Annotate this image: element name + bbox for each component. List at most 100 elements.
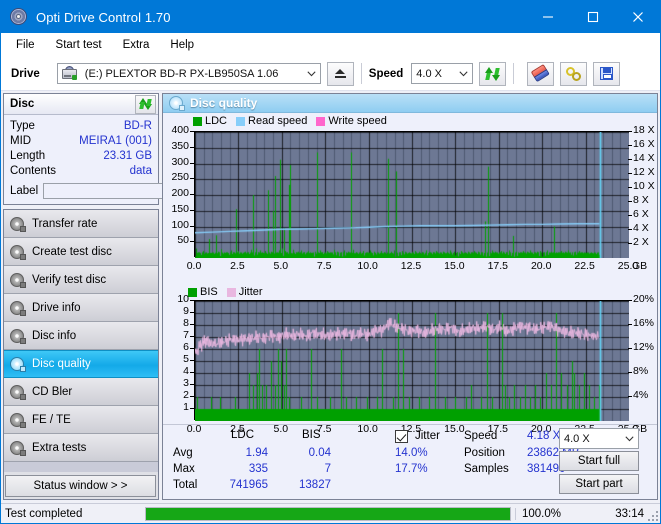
y-axis-tick-label: 7 [183, 329, 189, 341]
sidebar-item-disc-quality[interactable]: Disc quality [4, 350, 158, 378]
test-speed-select[interactable]: 4.0 X [559, 428, 639, 449]
progress-bar [145, 506, 511, 521]
disc-transfer-icon [10, 216, 26, 232]
status-window-button[interactable]: Status window > > [5, 475, 156, 497]
legend-label: Write speed [328, 115, 387, 127]
y-axis-tick [190, 408, 194, 409]
window-title: Opti Drive Control 1.70 [36, 9, 171, 25]
drive-label: Drive [11, 67, 40, 80]
start-part-button[interactable]: Start part [559, 474, 639, 494]
legend-label: BIS [200, 286, 218, 298]
sidebar-item-verify-test-disc[interactable]: Verify test disc [4, 266, 158, 294]
sidebar-item-label: Disc info [32, 329, 77, 342]
y2-axis-tick-label: 6 X [633, 208, 649, 220]
sidebar-item-cd-bler[interactable]: CD Bler [4, 378, 158, 406]
y2-axis-tick-label: 10 X [633, 180, 655, 192]
sidebar-item-fe-te[interactable]: FE / TE [4, 406, 158, 434]
sidebar-item-create-test-disc[interactable]: Create test disc [4, 238, 158, 266]
y2-axis-tick-label: 2 X [633, 236, 649, 248]
maximize-button[interactable] [570, 1, 615, 33]
y-axis-tick-label: 250 [171, 171, 189, 184]
close-button[interactable] [615, 1, 660, 33]
legend-swatch [316, 116, 326, 126]
menu-bar: File Start test Extra Help [1, 33, 660, 57]
y2-axis-tick-label: 20% [633, 293, 655, 305]
y-axis-tick-label: 350 [171, 139, 189, 152]
disc-row-key: Contents [10, 164, 57, 177]
sidebar-item-label: CD Bler [32, 385, 73, 398]
disc-label-row: Label [10, 181, 251, 200]
drive-select-value: (E:) PLEXTOR BD-R PX-LB950SA 1.06 [84, 67, 279, 80]
stats-col-ldc: LDC [231, 429, 255, 441]
eraser-icon [530, 64, 551, 83]
y-axis-tick [190, 178, 194, 180]
menu-item-extra[interactable]: Extra [118, 37, 159, 53]
disc-quality-icon [10, 357, 26, 372]
sidebar-item-label: Drive info [32, 301, 81, 314]
main-body: Disc Type BD-R MID MEIRA1 (001) Length 2… [1, 91, 660, 500]
disc-row-key: Length [10, 149, 46, 162]
y2-axis-tick-label: 4% [633, 389, 649, 401]
legend-label: Jitter [238, 286, 263, 298]
jitter-label: Jitter [415, 430, 440, 442]
y-axis-tick-label: 8 [183, 317, 189, 329]
sidebar-item-drive-info[interactable]: Drive info [4, 294, 158, 322]
erase-button[interactable] [527, 61, 555, 86]
bis-jitter-chart: BIS Jitter 1 2 3 4 5 6 7 8 9 10 4% 8% 12% 16% 20% 0.0 2.5… [163, 285, 657, 445]
disc-row-mid: MID MEIRA1 (001) [10, 133, 154, 148]
y-axis-tick [190, 348, 194, 349]
nav-filler [4, 462, 158, 472]
y-axis-tick-label: 100 [171, 218, 189, 231]
y-axis-tick-label: 150 [171, 202, 189, 215]
speed-select[interactable]: 4.0 X [411, 63, 474, 84]
x-axis-tick-label: 5.0 [273, 260, 289, 272]
x-axis-tick-label: 2.5 [230, 260, 245, 272]
start-full-button[interactable]: Start full [559, 451, 639, 471]
y-axis-tick [190, 225, 194, 227]
menu-item-start-test[interactable]: Start test [51, 37, 111, 53]
y-axis-tick-label: 50 [177, 234, 189, 247]
sidebar-item-extra-tests[interactable]: Extra tests [4, 434, 158, 462]
save-button[interactable] [593, 61, 621, 86]
samples-stat-label: Samples [464, 463, 509, 475]
disc-refresh-button[interactable] [135, 94, 156, 114]
sidebar-item-disc-info[interactable]: Disc info [4, 322, 158, 350]
status-message: Test completed [5, 507, 83, 520]
disc-bler-icon [10, 384, 26, 400]
chevron-down-icon [303, 70, 320, 77]
y2-axis-tick [628, 372, 632, 373]
y2-axis-tick [628, 145, 632, 146]
toolbar-separator-1 [360, 63, 362, 84]
eject-icon [334, 69, 346, 78]
eject-button[interactable] [326, 61, 354, 86]
y-axis-tick-label: 4 [183, 365, 189, 377]
disc-drive-icon [10, 300, 26, 316]
x-axis-tick-label: 15.0 [444, 260, 465, 272]
refresh-icon [485, 66, 501, 81]
tools-button[interactable] [560, 61, 588, 86]
stats-row-avg-bis: 0.04 [308, 447, 331, 459]
chevron-down-icon [621, 435, 638, 442]
x-axis-tick-label: 10.0 [357, 260, 378, 272]
bis-chart-legend: BIS Jitter [188, 286, 272, 298]
y2-axis-tick-label: 16 X [633, 138, 655, 150]
drive-select[interactable]: (E:) PLEXTOR BD-R PX-LB950SA 1.06 [56, 63, 321, 84]
y-axis-tick [190, 209, 194, 211]
sidebar-item-transfer-rate[interactable]: Transfer rate [4, 210, 158, 238]
disc-row-key: MID [10, 134, 32, 147]
status-bar: Test completed 100.0% 33:14 [1, 503, 660, 523]
menu-item-file[interactable]: File [11, 37, 44, 53]
resize-grip[interactable] [647, 510, 658, 521]
minimize-button[interactable] [525, 1, 570, 33]
y2-axis-tick [628, 300, 632, 301]
test-speed-value: 4.0 X [564, 432, 590, 445]
refresh-button[interactable] [479, 61, 507, 86]
jitter-checkbox[interactable] [395, 430, 408, 443]
y2-axis-tick-label: 8% [633, 365, 649, 377]
y-axis-tick [190, 372, 194, 373]
disc-panel-title: Disc [10, 98, 35, 110]
menu-item-help[interactable]: Help [165, 37, 203, 53]
y-axis-tick [190, 336, 194, 337]
y-axis-tick [190, 146, 194, 148]
y-axis-tick [190, 194, 194, 195]
